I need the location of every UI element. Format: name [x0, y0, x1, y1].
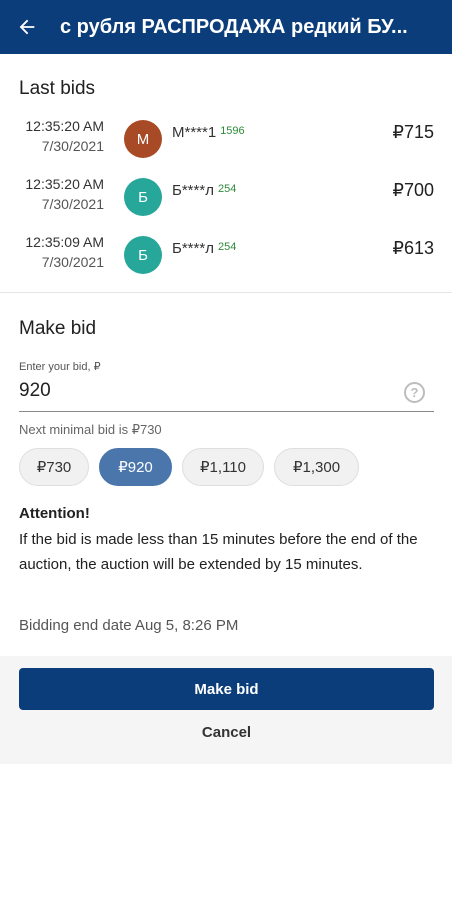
- bidder-nickname: Б****л: [172, 240, 214, 257]
- input-underline: [19, 411, 434, 412]
- bid-amount: ₽715: [392, 122, 434, 142]
- app-bar: с рубля РАСПРОДАЖА редкий БУ...: [0, 0, 452, 54]
- bidder-name: Б****л 254: [172, 182, 236, 199]
- bid-timestamp: 12:35:09 AM 7/30/2021: [25, 232, 104, 272]
- bid-chip-920[interactable]: ₽920: [99, 448, 172, 486]
- cancel-button[interactable]: Cancel: [19, 716, 434, 748]
- question-circle-icon[interactable]: ?: [404, 382, 425, 403]
- avatar: Б: [124, 178, 162, 216]
- bid-row: 12:35:20 AM 7/30/2021 Б Б****л 254 ₽700: [0, 174, 452, 232]
- bid-timestamp: 12:35:20 AM 7/30/2021: [25, 116, 104, 156]
- bid-input-label: Enter your bid, ₽: [19, 361, 101, 373]
- bidder-rating: 254: [217, 241, 237, 253]
- make-bid-heading: Make bid: [19, 318, 97, 339]
- page-title: с рубля РАСПРОДАЖА редкий БУ...: [60, 15, 408, 38]
- bidder-rating: 1596: [220, 125, 245, 137]
- bid-row: 12:35:20 AM 7/30/2021 М М****1 1596 ₽715: [0, 116, 452, 174]
- bidder-name: М****1 1596: [172, 124, 245, 141]
- bid-time: 12:35:20 AM: [25, 176, 104, 192]
- bid-amount: ₽613: [392, 238, 434, 258]
- bid-chip-1110[interactable]: ₽1,110: [182, 448, 264, 486]
- back-button[interactable]: [0, 0, 54, 54]
- bid-time: 12:35:09 AM: [25, 234, 104, 250]
- bid-chip-1300[interactable]: ₽1,300: [274, 448, 359, 486]
- avatar: М: [124, 120, 162, 158]
- section-divider: [0, 292, 452, 293]
- bidder-nickname: М****1: [172, 124, 217, 141]
- bid-row: 12:35:09 AM 7/30/2021 Б Б****л 254 ₽613: [0, 232, 452, 290]
- bid-amount-input[interactable]: [19, 377, 409, 405]
- minimal-bid-hint: Next minimal bid is ₽730: [19, 422, 162, 437]
- bid-timestamp: 12:35:20 AM 7/30/2021: [25, 174, 104, 214]
- bidder-nickname: Б****л: [172, 182, 214, 199]
- bidder-rating: 254: [217, 183, 237, 195]
- last-bids-heading: Last bids: [19, 78, 96, 99]
- bid-date: 7/30/2021: [41, 138, 104, 154]
- arrow-left-icon: [19, 19, 35, 35]
- attention-heading: Attention!: [19, 505, 90, 522]
- bid-date: 7/30/2021: [41, 254, 104, 270]
- bid-date: 7/30/2021: [41, 196, 104, 212]
- avatar: Б: [124, 236, 162, 274]
- bid-time: 12:35:20 AM: [25, 118, 104, 134]
- attention-text: If the bid is made less than 15 minutes …: [19, 531, 418, 573]
- bidding-end-date: Bidding end date Aug 5, 8:26 PM: [19, 617, 239, 634]
- make-bid-button[interactable]: Make bid: [19, 668, 434, 710]
- bid-amount: ₽700: [392, 180, 434, 200]
- bidder-name: Б****л 254: [172, 240, 236, 257]
- bid-chip-730[interactable]: ₽730: [19, 448, 89, 486]
